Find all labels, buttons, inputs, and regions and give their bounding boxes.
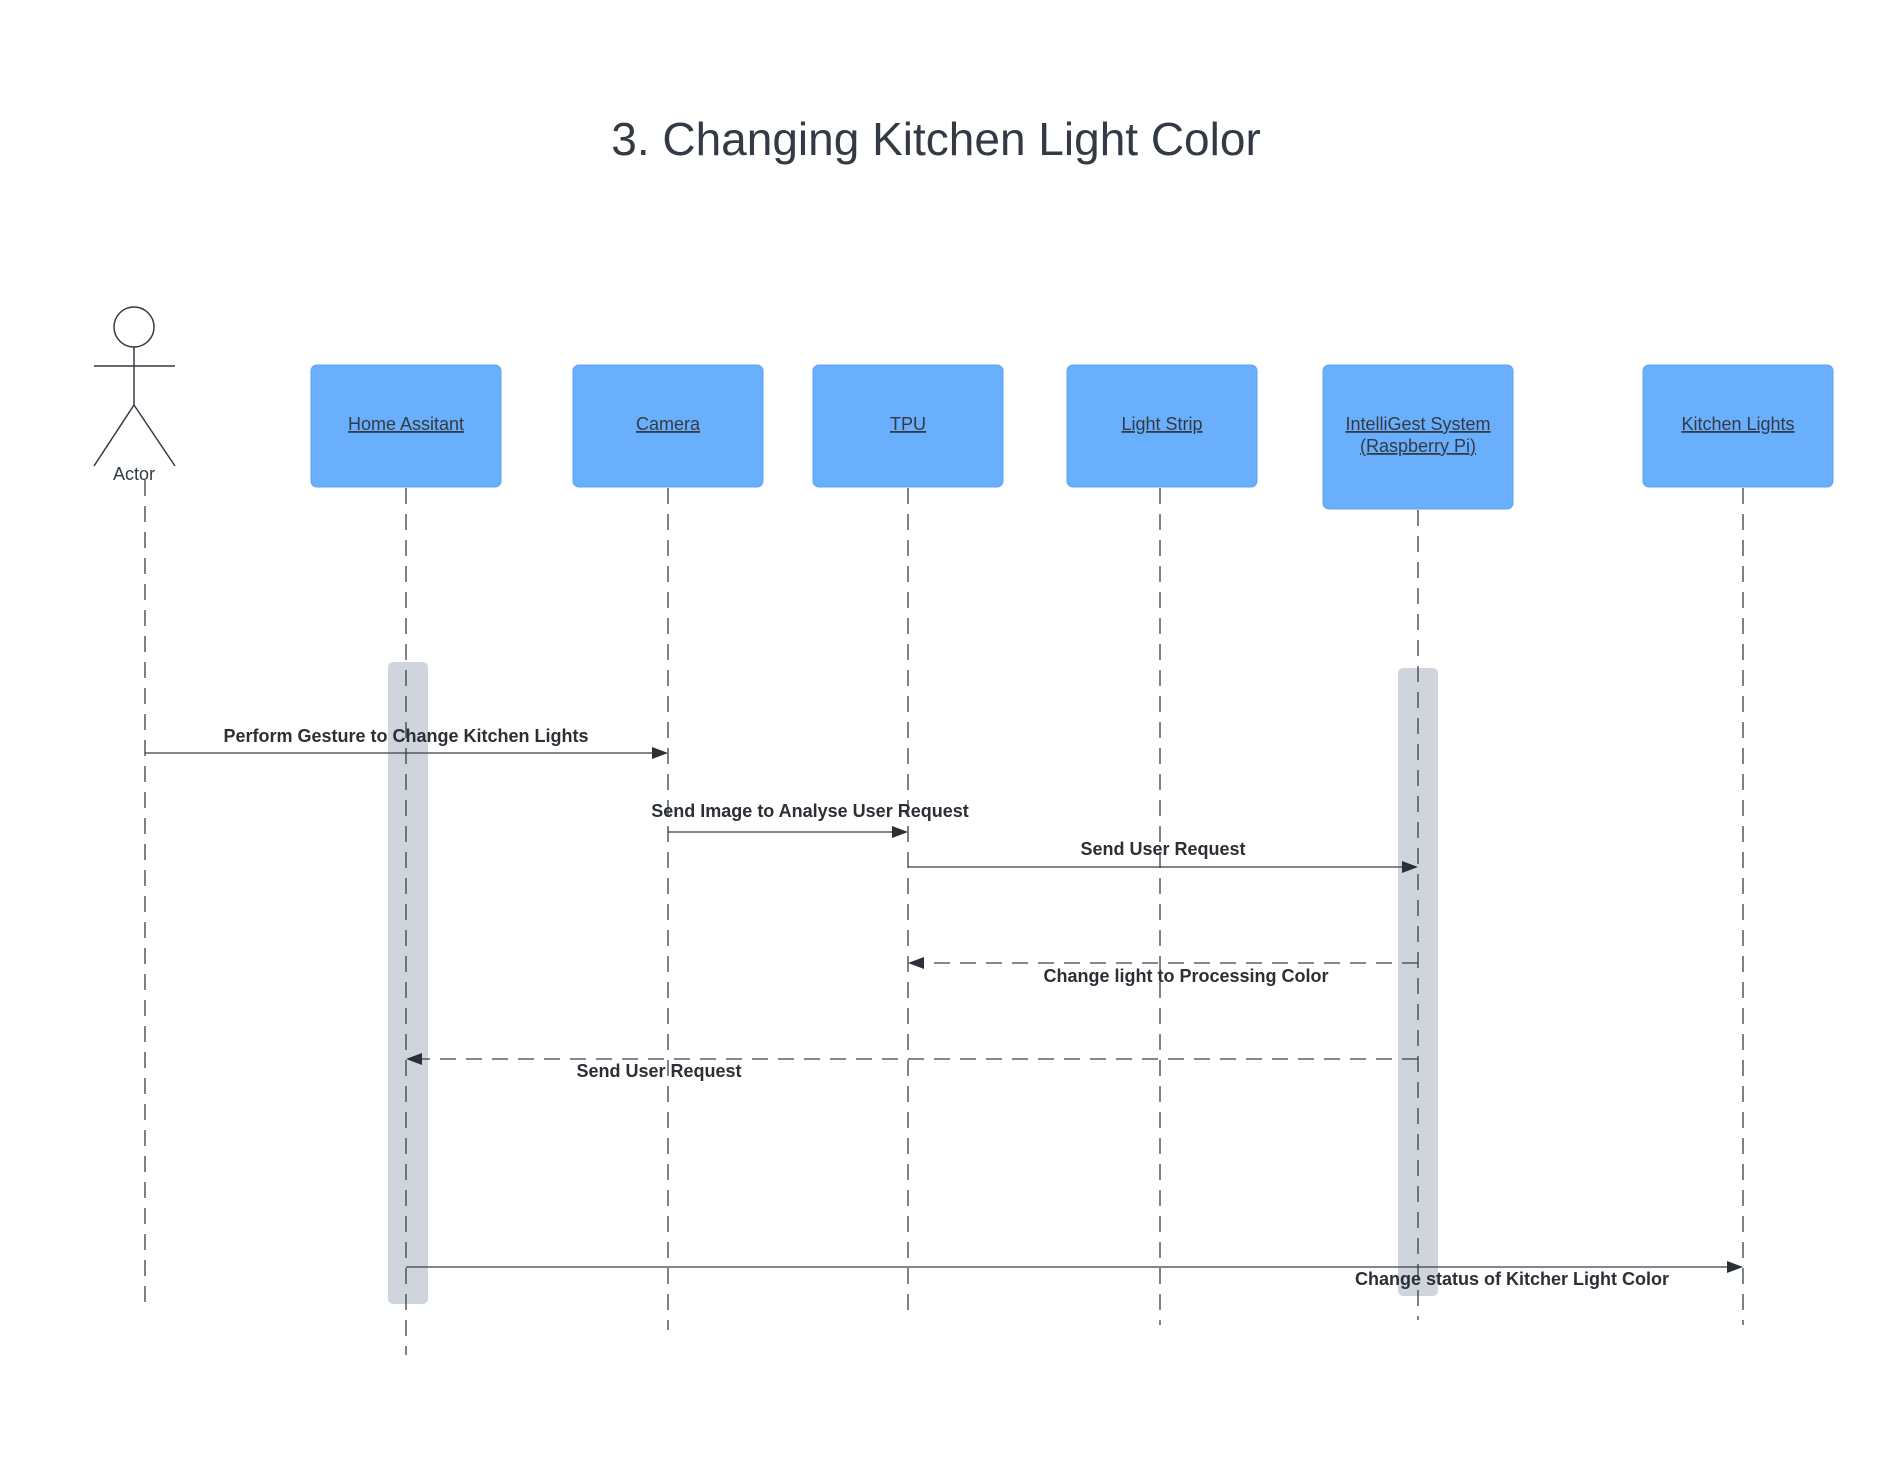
message-5[interactable]: Send User Request (406, 1053, 1418, 1081)
message-label: Change light to Processing Color (1043, 966, 1328, 986)
participant-label: Light Strip (1121, 414, 1202, 434)
participant-intelligest-system[interactable]: IntelliGest System (Raspberry Pi) (1322, 364, 1514, 510)
message-6[interactable]: Change status of Kitcher Light Color (406, 1261, 1743, 1289)
message-label: Perform Gesture to Change Kitchen Lights (223, 726, 588, 746)
actor-right-leg (133, 404, 176, 467)
message-label: Send Image to Analyse User Request (651, 801, 968, 821)
actor-left-leg (93, 404, 135, 467)
arrow-head-icon (908, 957, 924, 969)
participant-label: Home Assitant (348, 414, 464, 434)
arrow-head-icon (1727, 1261, 1743, 1273)
participant-label-line-2: (Raspberry Pi) (1360, 436, 1476, 456)
message-label: Send User Request (1080, 839, 1245, 859)
participant-camera[interactable]: Camera (572, 364, 764, 488)
arrow-head-icon (892, 826, 908, 838)
actor-label: Actor (113, 464, 155, 484)
activation-home-assistant[interactable] (388, 662, 428, 1304)
message-4[interactable]: Change light to Processing Color (908, 957, 1418, 986)
participant-kitchen-lights[interactable]: Kitchen Lights (1642, 364, 1834, 488)
arrow-head-icon (652, 747, 668, 759)
sequence-diagram: 3. Changing Kitchen Light Color Actor Ho… (93, 113, 1834, 1355)
participant-label: Camera (636, 414, 701, 434)
actor-head (113, 306, 155, 348)
message-3[interactable]: Send User Request (908, 839, 1418, 873)
message-label: Send User Request (576, 1061, 741, 1081)
participant-light-strip[interactable]: Light Strip (1066, 364, 1258, 488)
participant-label: TPU (890, 414, 926, 434)
message-label: Change status of Kitcher Light Color (1355, 1269, 1669, 1289)
participant-label: Kitchen Lights (1681, 414, 1794, 434)
participant-home-assistant[interactable]: Home Assitant (310, 364, 502, 488)
diagram-title: 3. Changing Kitchen Light Color (611, 113, 1261, 165)
lifelines (144, 480, 1744, 1355)
actor-figure[interactable]: Actor (93, 306, 176, 484)
message-2[interactable]: Send Image to Analyse User Request (651, 801, 969, 838)
participant-label-line-1: IntelliGest System (1345, 414, 1490, 434)
participant-tpu[interactable]: TPU (812, 364, 1004, 488)
